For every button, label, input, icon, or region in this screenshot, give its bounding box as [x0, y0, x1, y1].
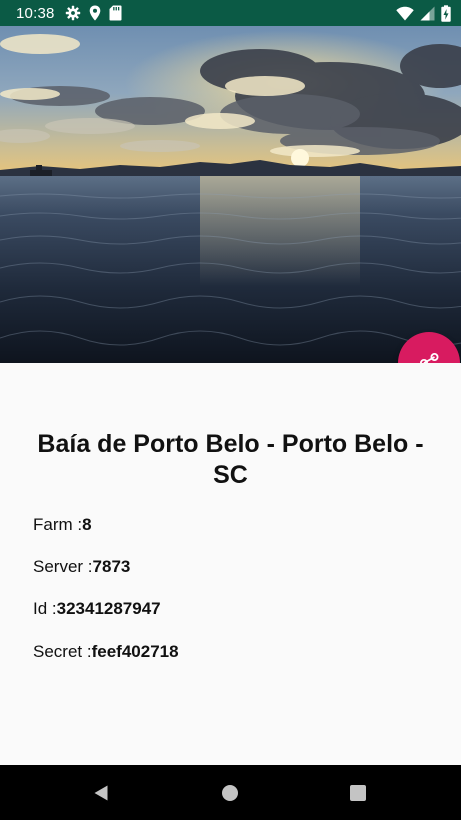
id-field: Id :32341287947 — [33, 599, 161, 619]
photo-image-art — [0, 26, 461, 363]
wifi-icon — [396, 6, 414, 20]
photo-title: Baía de Porto Belo - Porto Belo - SC — [37, 430, 424, 489]
server-label: Server : — [33, 557, 93, 576]
server-field: Server :7873 — [33, 557, 130, 577]
server-value: 7873 — [92, 557, 131, 576]
back-icon — [94, 785, 108, 801]
home-icon — [222, 785, 238, 801]
farm-value: 8 — [82, 515, 92, 534]
status-time: 10:38 — [16, 4, 55, 22]
sd-card-icon — [109, 5, 122, 21]
photo-image — [0, 26, 461, 363]
id-label: Id : — [33, 599, 57, 618]
navigation-bar — [0, 765, 461, 820]
location-icon — [89, 5, 100, 21]
photo-details: Baía de Porto Belo - Porto Belo - SC Far… — [0, 363, 461, 765]
recents-icon — [350, 785, 366, 801]
battery-charging-icon — [441, 4, 451, 22]
home-button[interactable] — [220, 783, 240, 803]
secret-field: Secret :feef402718 — [33, 642, 179, 662]
secret-label: Secret : — [33, 642, 92, 661]
status-right-icons — [396, 4, 451, 22]
farm-label: Farm : — [33, 515, 83, 534]
secret-value: feef402718 — [91, 642, 179, 661]
status-left-icons — [65, 5, 122, 21]
id-value: 32341287947 — [56, 599, 161, 618]
back-button[interactable] — [91, 783, 111, 803]
farm-field: Farm :8 — [33, 515, 92, 535]
status-bar: 10:38 — [0, 0, 461, 26]
recents-button[interactable] — [348, 783, 368, 803]
cell-signal-icon — [420, 6, 435, 20]
gear-icon — [65, 5, 80, 21]
